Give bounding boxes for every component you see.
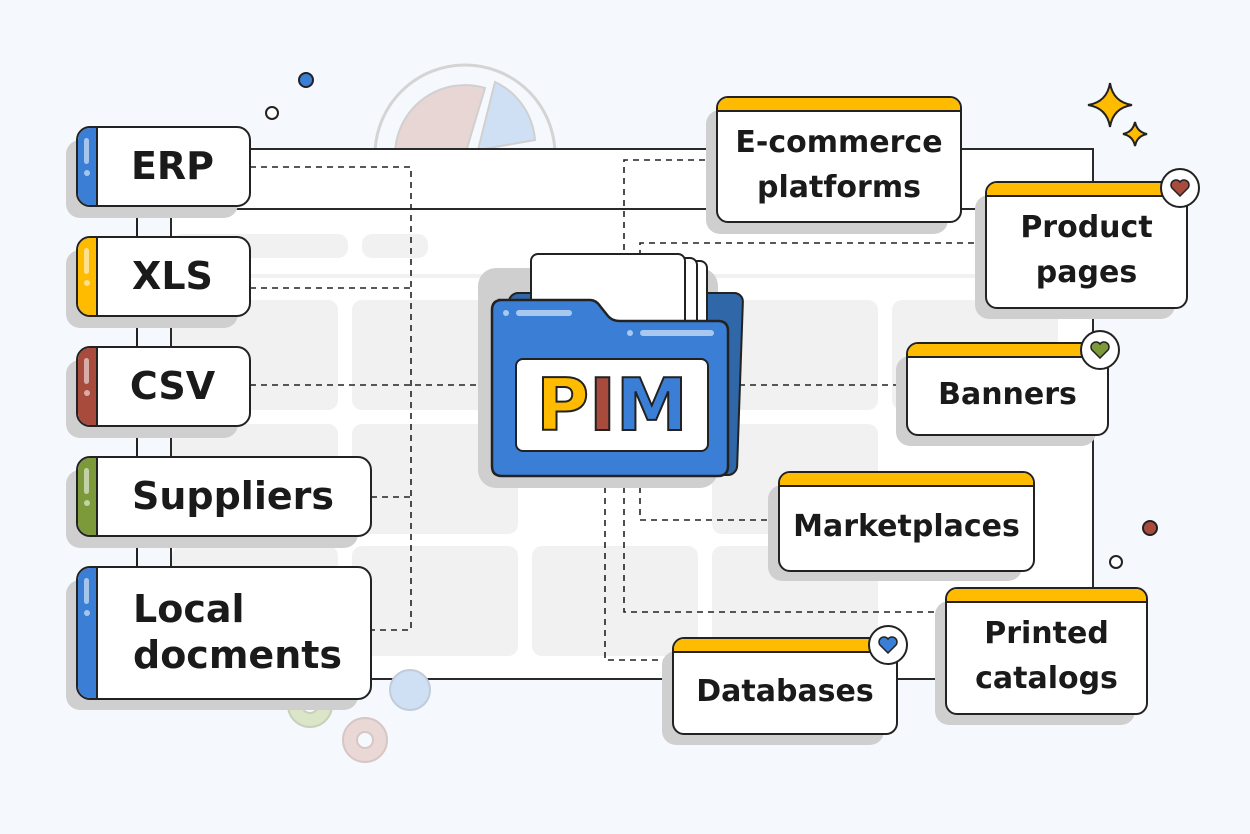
color-stripe xyxy=(78,568,98,698)
source-label: XLS xyxy=(132,253,213,298)
pim-label: PIM xyxy=(515,358,709,452)
heart-icon xyxy=(1160,168,1200,208)
pim-letter-m: M xyxy=(615,363,689,447)
source-suppliers[interactable]: Suppliers xyxy=(76,456,372,537)
source-label: ERP xyxy=(130,143,215,188)
destination-product-pages[interactable]: Product pages xyxy=(985,181,1188,309)
source-label: Suppliers xyxy=(131,473,334,518)
destination-label: Product pages xyxy=(1020,210,1153,290)
source-csv[interactable]: CSV xyxy=(76,346,251,427)
destination-label: Databases xyxy=(696,673,874,709)
source-label: CSV xyxy=(129,363,216,408)
heart-icon xyxy=(1080,330,1120,370)
source-erp[interactable]: ERP xyxy=(76,126,251,207)
heart-icon xyxy=(868,625,908,665)
destination-label: Banners xyxy=(938,376,1077,412)
color-stripe xyxy=(78,348,98,425)
source-label: Local docments xyxy=(133,587,343,677)
destination-label: E-commerce platforms xyxy=(735,124,943,205)
pim-letter-i: I xyxy=(588,363,617,447)
pim-letter-p: P xyxy=(535,363,590,447)
color-stripe xyxy=(78,458,98,535)
destination-label: Printed catalogs xyxy=(975,616,1118,696)
source-xls[interactable]: XLS xyxy=(76,236,251,317)
destination-label: Marketplaces xyxy=(793,509,1020,544)
color-stripe xyxy=(78,238,98,315)
destination-databases[interactable]: Databases xyxy=(672,637,898,735)
destination-ecommerce[interactable]: E-commerce platforms xyxy=(716,96,962,223)
color-stripe xyxy=(78,128,98,205)
destination-printed-catalogs[interactable]: Printed catalogs xyxy=(945,587,1148,715)
source-local-documents[interactable]: Local docments xyxy=(76,566,372,700)
destination-marketplaces[interactable]: Marketplaces xyxy=(778,471,1035,572)
destination-banners[interactable]: Banners xyxy=(906,342,1109,436)
